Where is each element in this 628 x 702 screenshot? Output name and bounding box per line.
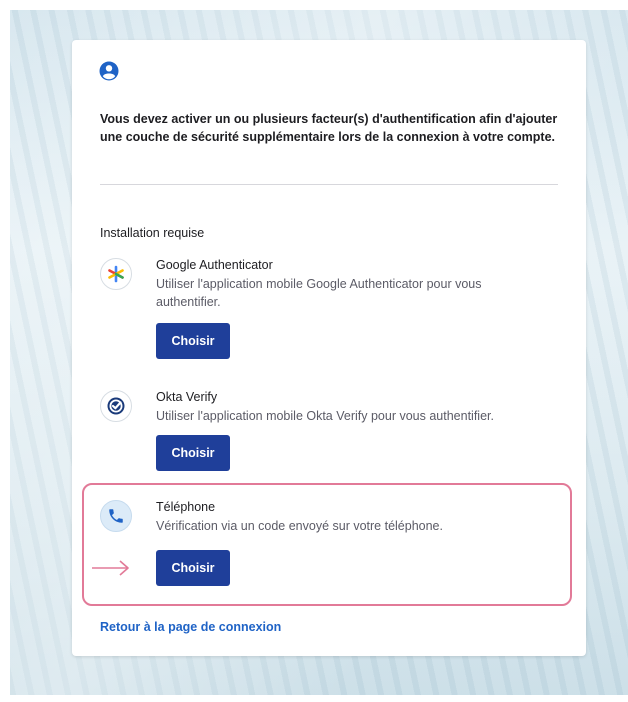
factor-description: Vérification via un code envoyé sur votr… bbox=[156, 519, 443, 533]
factor-name: Okta Verify bbox=[156, 390, 218, 404]
auth-card: Vous devez activer un ou plusieurs facte… bbox=[72, 40, 586, 656]
factor-description: Utiliser l'application mobile Okta Verif… bbox=[156, 409, 494, 423]
choose-phone-button[interactable]: Choisir bbox=[156, 550, 230, 586]
back-to-login-link[interactable]: Retour à la page de connexion bbox=[100, 620, 281, 634]
user-icon bbox=[99, 61, 119, 81]
phone-icon bbox=[100, 500, 132, 532]
google-authenticator-icon bbox=[100, 258, 132, 290]
factor-name: Google Authenticator bbox=[156, 258, 273, 272]
choose-okta-verify-button[interactable]: Choisir bbox=[156, 435, 230, 471]
okta-verify-icon bbox=[100, 390, 132, 422]
choose-google-authenticator-button[interactable]: Choisir bbox=[156, 323, 230, 359]
arrow-right-icon bbox=[92, 560, 129, 576]
factor-name: Téléphone bbox=[156, 500, 216, 514]
factor-description: Utiliser l'application mobile Google Aut… bbox=[156, 277, 482, 309]
section-label: Installation requise bbox=[100, 226, 205, 240]
divider bbox=[100, 184, 558, 185]
page-title: Vous devez activer un ou plusieurs facte… bbox=[100, 112, 558, 144]
